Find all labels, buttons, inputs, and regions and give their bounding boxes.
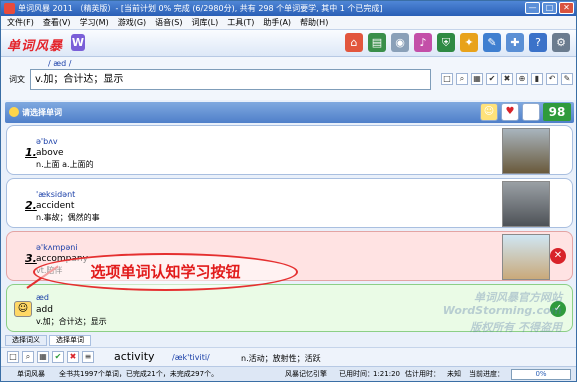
menu-assistant[interactable]: 助手(A) <box>263 16 291 29</box>
gear-icon[interactable]: ⚙ <box>552 33 570 52</box>
logo-w-icon: W <box>71 34 85 51</box>
status-used-time: 1:21:20 <box>373 370 400 378</box>
status-est-time: 未知 <box>447 370 461 378</box>
home-icon[interactable]: ⌂ <box>345 33 363 52</box>
status-summary: 全书共1997个单词，已完成21个，未完成297个。 <box>59 370 219 378</box>
book-icon[interactable]: ▤ <box>368 33 386 52</box>
app-icon <box>4 3 15 14</box>
bottom-meaning: n.活动；放射性；活跃 <box>241 354 321 363</box>
meaning-input[interactable]: v.加；合计达；显示 <box>30 69 431 90</box>
close-button[interactable]: ✕ <box>559 2 574 14</box>
tab-choose-meaning[interactable]: 选择词义 <box>5 335 47 346</box>
input-phonetic: / æd / <box>48 59 72 68</box>
card-meaning: n.事故；偶然的事 <box>36 213 100 222</box>
card-word: accident <box>36 201 75 211</box>
menu-library[interactable]: 词库(L) <box>192 16 219 29</box>
check-icon[interactable]: ✔ <box>52 351 64 363</box>
toolbar-icons: ⌂ ▤ ◉ ♪ ⛨ ✦ ✎ ✚? ⚙ <box>345 33 570 52</box>
word-card[interactable]: 2.'æksidənt accident n.事故；偶然的事 <box>6 178 573 228</box>
status-used-label: 已用时间： <box>339 370 374 378</box>
list-icon[interactable]: ≡ <box>82 351 94 363</box>
watermark-line-3: 版权所有 不得盗用 <box>470 321 562 334</box>
input-label: 词文 <box>9 75 25 84</box>
tab-choose-word[interactable]: 选择单词 <box>49 335 91 346</box>
watermark-line-2: WordStorming.com <box>442 304 562 317</box>
bottom-bar: □ ⌕ ▦ ✔ ✖ ≡ activity /æk'tiviti/ n.活动；放射… <box>1 347 576 366</box>
run-icon[interactable]: ✦ <box>460 33 478 52</box>
wrong-icon: ✕ <box>550 248 566 264</box>
word-card[interactable]: 1. ə'bʌv above n.上面 a.上面的 <box>6 125 573 175</box>
card-word: add <box>36 305 53 315</box>
add-icon[interactable]: ⊕ <box>516 73 528 85</box>
title-bar: 单词风暴 2011 （精英版）- [当前计划 0% 完成 (6/2980分), … <box>1 1 576 16</box>
callout-note: 选项单词认知学习按钮 <box>33 253 298 291</box>
disc-icon[interactable]: ◉ <box>391 33 409 52</box>
tools-icon[interactable]: ✎ <box>483 33 501 52</box>
window-controls: — □ ✕ <box>525 2 574 14</box>
minimize-button[interactable]: — <box>525 2 540 14</box>
input-row: / æd / 词文 v.加；合计达；显示 □ ⌕ ▦ ✔ ✖ ⊕ ▮ ↶ ✎ <box>1 57 576 100</box>
status-engine: 风暴记忆引擎 <box>285 370 327 378</box>
puzzle-icon[interactable]: ✚ <box>506 33 524 52</box>
word-picture <box>502 234 550 280</box>
delete-icon[interactable]: ✖ <box>501 73 513 85</box>
menu-tools[interactable]: 工具(T) <box>227 16 254 29</box>
grid-icon[interactable]: ▦ <box>37 351 49 363</box>
menu-learn[interactable]: 学习(M) <box>80 16 109 29</box>
card-meaning: n.上面 a.上面的 <box>36 160 94 169</box>
menu-view[interactable]: 查看(V) <box>43 16 71 29</box>
copy-icon[interactable]: □ <box>7 351 19 363</box>
grid-icon[interactable]: ▦ <box>471 73 483 85</box>
card-meaning: v.加；合计达；显示 <box>36 317 107 326</box>
status-progress-label: 当前进度： <box>469 370 504 378</box>
menu-bar: 文件(F) 查看(V) 学习(M) 游戏(G) 语音(S) 词库(L) 工具(T… <box>1 16 576 30</box>
watermark-line-1: 单词风暴官方网站 <box>474 291 562 304</box>
status-app: 单词风暴 <box>17 370 45 378</box>
block-icon[interactable]: ▮ <box>531 73 543 85</box>
search-icon[interactable]: ⌕ <box>456 73 468 85</box>
card-phonetic: 'æksidənt <box>36 190 76 199</box>
card-phonetic: ə'bʌv <box>36 137 58 146</box>
bottom-word: activity <box>114 350 155 363</box>
section-header: 请选择单词 ☺ ♥ ♙ 98 <box>5 102 574 123</box>
section-title: 请选择单词 <box>22 108 62 117</box>
status-est-label: 估计用时： <box>405 370 440 378</box>
section-icon <box>9 107 19 117</box>
mode-tabs: 选择词义 选择单词 <box>5 335 574 346</box>
progress-bar: 0% <box>511 369 571 380</box>
section-controls: ☺ ♥ ♙ 98 <box>480 103 571 121</box>
window-title: 单词风暴 2011 （精英版）- [当前计划 0% 完成 (6/2980分), … <box>18 4 383 13</box>
delete-icon[interactable]: ✖ <box>67 351 79 363</box>
copy-icon[interactable]: □ <box>441 73 453 85</box>
menu-file[interactable]: 文件(F) <box>7 16 34 29</box>
app-logo: 单词风暴 <box>7 39 64 54</box>
menu-help[interactable]: 帮助(H) <box>300 16 328 29</box>
word-picture <box>502 128 550 174</box>
input-tools: □ ⌕ ▦ ✔ ✖ ⊕ ▮ ↶ ✎ <box>441 73 573 85</box>
learn-button[interactable]: ☺ <box>14 301 32 317</box>
check-icon[interactable]: ✔ <box>486 73 498 85</box>
card-phonetic: æd <box>36 293 49 302</box>
menu-game[interactable]: 游戏(G) <box>118 16 146 29</box>
card-phonetic: ə'kʌmpəni <box>36 243 78 252</box>
app-window: 单词风暴 2011 （精英版）- [当前计划 0% 完成 (6/2980分), … <box>0 0 577 382</box>
edit-icon[interactable]: ✎ <box>561 73 573 85</box>
undo-icon[interactable]: ↶ <box>546 73 558 85</box>
card-word: above <box>36 148 64 158</box>
maximize-button[interactable]: □ <box>542 2 557 14</box>
heart-icon[interactable]: ♥ <box>501 103 519 121</box>
person-icon[interactable]: ♙ <box>522 103 540 121</box>
music-icon[interactable]: ♪ <box>414 33 432 52</box>
search-icon[interactable]: ⌕ <box>22 351 34 363</box>
menu-voice[interactable]: 语音(S) <box>155 16 182 29</box>
shield-icon[interactable]: ⛨ <box>437 33 455 52</box>
toolbar: 单词风暴 W ⌂ ▤ ◉ ♪ ⛨ ✦ ✎ ✚? ⚙ <box>1 30 576 57</box>
word-picture <box>502 181 550 227</box>
status-bar: 单词风暴 全书共1997个单词，已完成21个，未完成297个。 风暴记忆引擎 已… <box>1 366 576 381</box>
bottom-tools: □ ⌕ ▦ ✔ ✖ ≡ <box>7 351 94 363</box>
help-icon[interactable]: ? <box>529 33 547 52</box>
smiley-icon[interactable]: ☺ <box>480 103 498 121</box>
score-badge: 98 <box>543 103 571 121</box>
bottom-phonetic: /æk'tiviti/ <box>172 353 210 362</box>
